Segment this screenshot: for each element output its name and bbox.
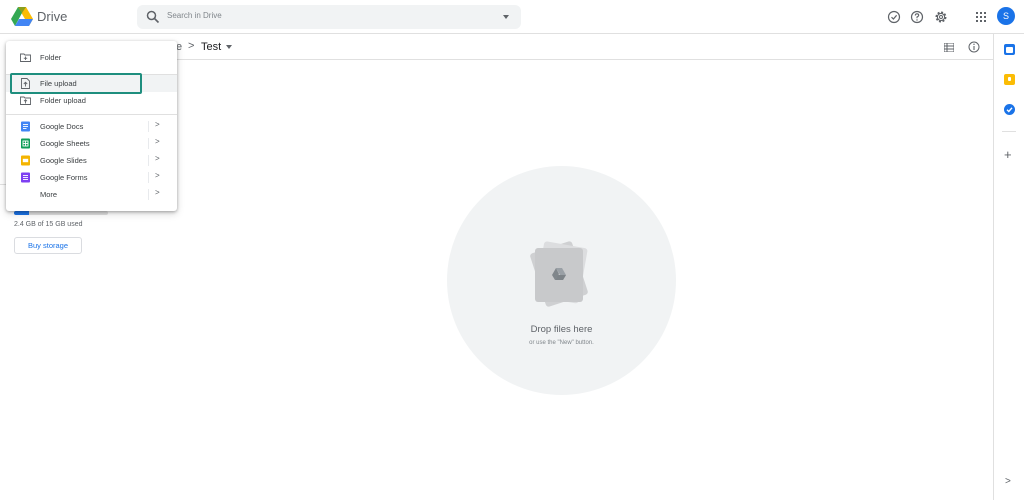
breadcrumb-separator: > <box>188 40 195 52</box>
new-menu: Folder File upload Folder upload Google … <box>6 41 177 211</box>
search-input[interactable]: Search in Drive <box>167 11 222 20</box>
new-folder-icon <box>20 53 31 62</box>
chevron-right-icon[interactable]: > <box>155 154 160 163</box>
collapse-panel-icon[interactable]: > <box>1005 476 1011 487</box>
menu-item-label: File upload <box>40 79 77 88</box>
chevron-right-icon[interactable]: > <box>155 120 160 129</box>
chevron-right-icon[interactable]: > <box>155 171 160 180</box>
search-bar[interactable]: Search in Drive <box>137 5 521 29</box>
side-panel: + > <box>993 34 1024 500</box>
menu-item-label: Google Docs <box>40 122 84 131</box>
get-addons-icon[interactable]: + <box>1004 148 1012 161</box>
submenu-divider <box>148 121 149 132</box>
google-slides-icon <box>21 155 30 166</box>
keep-icon[interactable] <box>1004 74 1015 85</box>
account-avatar[interactable]: S <box>997 7 1015 25</box>
menu-item-label: Google Forms <box>40 173 88 182</box>
list-view-icon[interactable] <box>944 43 954 52</box>
calendar-icon[interactable] <box>1004 44 1015 55</box>
submenu-divider <box>148 138 149 149</box>
menu-item-folder-upload[interactable]: Folder upload <box>6 92 177 109</box>
chevron-right-icon[interactable]: > <box>155 137 160 146</box>
menu-item-file-upload[interactable]: File upload <box>6 75 177 92</box>
google-docs-icon <box>21 121 30 132</box>
menu-item-label: Folder upload <box>40 96 86 105</box>
offline-status-icon[interactable] <box>887 10 901 24</box>
search-options-icon[interactable] <box>503 15 509 19</box>
menu-item-google-forms[interactable]: Google Forms > <box>6 169 177 186</box>
drop-files-title: Drop files here <box>530 324 593 335</box>
submenu-divider <box>148 155 149 166</box>
settings-gear-icon[interactable] <box>934 10 948 24</box>
buy-storage-button[interactable]: Buy storage <box>14 237 82 254</box>
help-icon[interactable] <box>910 10 924 24</box>
menu-item-google-sheets[interactable]: Google Sheets > <box>6 135 177 152</box>
menu-item-label: More <box>40 190 58 199</box>
drop-files-subtitle: or use the "New" button. <box>529 340 594 346</box>
app-title[interactable]: Drive <box>37 9 67 24</box>
apps-grid-icon[interactable] <box>974 10 988 24</box>
storage-meter <box>14 211 108 215</box>
breadcrumb-current-folder[interactable]: Test <box>201 41 221 53</box>
drive-logo-icon[interactable] <box>11 7 33 27</box>
folder-menu-caret-icon[interactable] <box>226 45 232 49</box>
top-bar: Drive Search in Drive S <box>0 0 1024 34</box>
submenu-divider <box>148 172 149 183</box>
menu-item-more[interactable]: More > <box>6 186 177 203</box>
info-icon[interactable] <box>968 41 980 53</box>
menu-item-label: Google Sheets <box>40 139 90 148</box>
storage-meter-fill <box>14 211 30 215</box>
tasks-icon[interactable] <box>1004 104 1015 115</box>
google-forms-icon <box>21 172 30 183</box>
menu-divider <box>6 114 177 115</box>
menu-item-google-slides[interactable]: Google Slides > <box>6 152 177 169</box>
file-upload-icon <box>21 78 30 89</box>
side-panel-divider <box>1002 131 1016 132</box>
chevron-right-icon[interactable]: > <box>155 188 160 197</box>
drop-files-illustration-icon <box>530 241 588 307</box>
folder-upload-icon <box>20 96 31 105</box>
google-sheets-icon <box>21 138 30 149</box>
menu-item-label: Google Slides <box>40 156 87 165</box>
menu-item-folder[interactable]: Folder <box>6 49 177 66</box>
search-icon[interactable] <box>146 10 160 24</box>
menu-item-label: Folder <box>40 53 62 62</box>
menu-item-google-docs[interactable]: Google Docs > <box>6 118 177 135</box>
breadcrumb: e > Test <box>176 34 993 60</box>
submenu-divider <box>148 189 149 200</box>
storage-usage-text: 2.4 GB of 15 GB used <box>14 221 83 228</box>
